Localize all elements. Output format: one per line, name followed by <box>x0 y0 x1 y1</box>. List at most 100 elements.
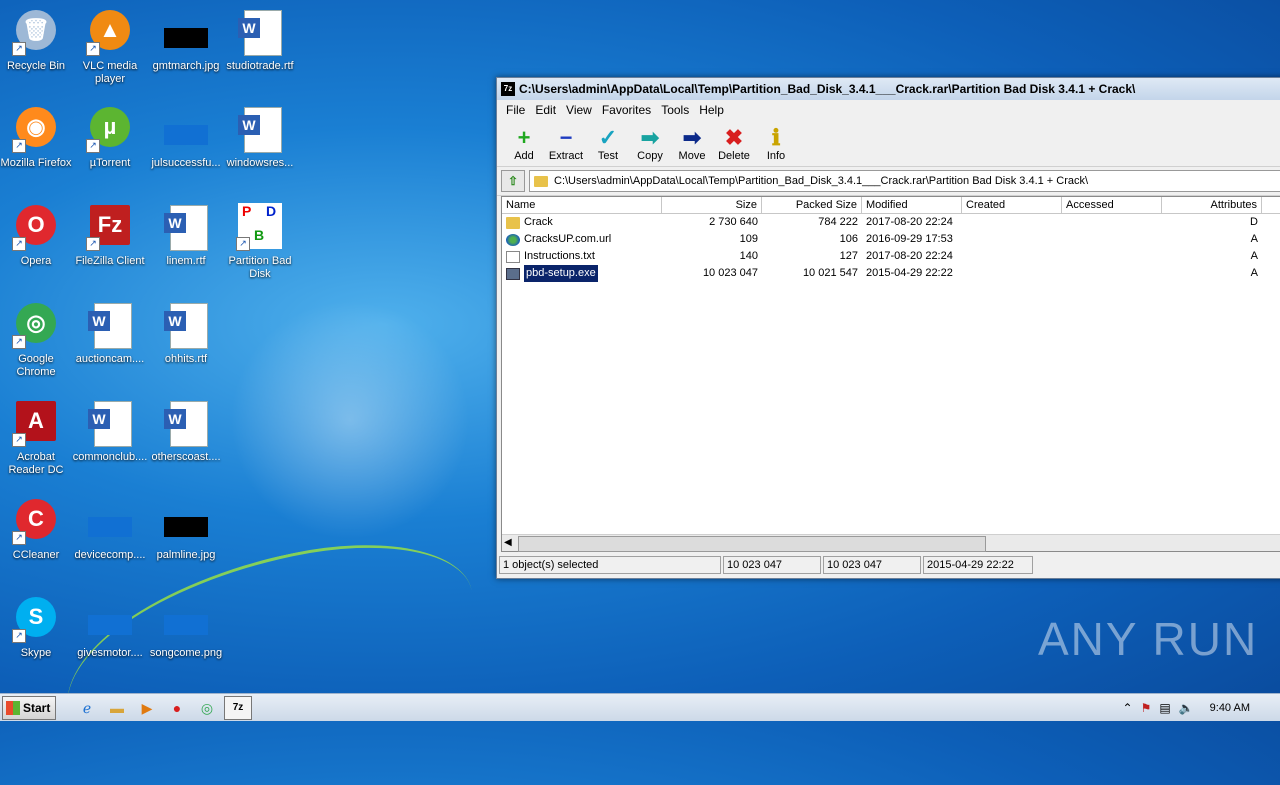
extract-icon: − <box>559 125 573 150</box>
desktop-icon[interactable]: ◎ ↗ Google Chrome <box>0 301 74 379</box>
path-text: C:\Users\admin\AppData\Local\Temp\Partit… <box>554 175 1089 187</box>
desktop-icon[interactable]: Fz ↗ FileZilla Client <box>72 203 148 268</box>
ie-icon[interactable]: ℯ <box>74 697 100 719</box>
menu-help[interactable]: Help <box>694 103 729 117</box>
file-size-cell: 2 730 640 <box>709 216 758 228</box>
desktop-icon[interactable]: S ↗ Skype <box>0 595 74 660</box>
shortcut-arrow-icon: ↗ <box>86 237 100 251</box>
horizontal-scrollbar[interactable]: ◀ <box>502 534 1280 552</box>
desktop-icon[interactable]: Wauctioncam.... <box>72 301 148 366</box>
opera-taskbar-icon[interactable]: ● <box>164 697 190 719</box>
desktop-icon[interactable]: Wstudiotrade.rtf <box>222 8 298 73</box>
desktop-icon[interactable]: Wcommonclub.... <box>72 399 148 464</box>
scroll-left-icon[interactable]: ◀ <box>504 535 512 551</box>
add-button[interactable]: + Add <box>503 120 545 166</box>
start-button[interactable]: Start <box>2 695 56 720</box>
file-accessed-cell <box>1062 248 1162 265</box>
file-list[interactable]: Name Size Packed Size Modified Created Access… <box>501 196 1280 552</box>
desktop-icon[interactable]: Wlinem.rtf <box>148 203 224 268</box>
folder-icon <box>534 175 548 187</box>
up-folder-button[interactable]: ⇧ <box>501 170 525 192</box>
column-header-accessed[interactable]: Accessed <box>1062 197 1162 213</box>
desktop-icon[interactable]: A ↗ Acrobat Reader DC <box>0 399 74 477</box>
desktop-icon-label: windowsres... <box>226 157 294 169</box>
desktop-icon-image: 🗑 ↗ <box>12 8 60 56</box>
file-attr-cell: D <box>1250 216 1258 228</box>
desktop-icon-image: Fz ↗ <box>86 203 134 251</box>
desktop-icon[interactable]: Wwindowsres... <box>222 105 298 170</box>
explorer-icon[interactable]: ▬ <box>104 697 130 719</box>
table-row[interactable]: CracksUP.com.url 109 106 2016-09-29 17:53 A <box>502 231 1280 248</box>
file-name-cell: pbd-setup.exe <box>502 265 662 282</box>
desktop-icon-label: commonclub.... <box>72 451 148 463</box>
column-header-created[interactable]: Created <box>962 197 1062 213</box>
extract-button[interactable]: − Extract <box>545 120 587 166</box>
desktop-icon[interactable]: 🗑 ↗ Recycle Bin <box>0 8 74 73</box>
desktop-icon[interactable]: O ↗ Opera <box>0 203 74 268</box>
desktop-icon[interactable]: ▲ ↗ VLC media player <box>72 8 148 86</box>
file-created-cell <box>962 265 1062 282</box>
desktop-icon-image: W <box>236 105 284 153</box>
delete-button[interactable]: ✖ Delete <box>713 120 755 166</box>
desktop-icon[interactable]: Wotherscoast.... <box>148 399 224 464</box>
desktop-icon[interactable]: devicecomp.... <box>72 497 148 562</box>
chrome-taskbar-icon[interactable]: ◎ <box>194 697 220 719</box>
desktop-icon[interactable]: givesmotor.... <box>72 595 148 660</box>
desktop-icon-label: VLC media player <box>82 60 138 85</box>
table-row[interactable]: pbd-setup.exe 10 023 047 10 021 547 2015-04… <box>502 265 1280 282</box>
copy-button[interactable]: ➡ Copy <box>629 120 671 166</box>
file-size-cell: 140 <box>739 250 758 262</box>
test-button[interactable]: ✓ Test <box>587 120 629 166</box>
menu-favorites[interactable]: Favorites <box>597 103 656 117</box>
column-header-attributes[interactable]: Attributes <box>1162 197 1262 213</box>
desktop-icon[interactable]: julsuccessfu... <box>148 105 224 170</box>
table-row[interactable]: Crack 2 730 640 784 222 2017-08-20 22:24 D <box>502 214 1280 231</box>
file-name-cell: Crack <box>502 214 662 231</box>
desktop-icon[interactable]: Wohhits.rtf <box>148 301 224 366</box>
menu-file[interactable]: File <box>501 103 530 117</box>
menu-view[interactable]: View <box>561 103 597 117</box>
clock[interactable]: 9:40 AM <box>1210 702 1250 714</box>
info-button[interactable]: ℹ Info <box>755 120 797 166</box>
menu-edit[interactable]: Edit <box>530 103 561 117</box>
7zip-taskbar-icon[interactable]: 7z <box>224 695 252 720</box>
tray-expand-icon[interactable]: ⌃ <box>1123 701 1133 715</box>
desktop-icon[interactable]: songcome.png <box>148 595 224 660</box>
status-selected: 1 object(s) selected <box>499 556 721 574</box>
7zip-window[interactable]: 7z C:\Users\admin\AppData\Local\Temp\Par… <box>496 77 1280 579</box>
file-modified-cell: 2017-08-20 22:24 <box>866 216 953 228</box>
action-center-icon[interactable]: ⚑ <box>1141 701 1152 715</box>
file-rows: Crack 2 730 640 784 222 2017-08-20 22:24 D Cr… <box>502 214 1280 282</box>
media-player-icon[interactable]: ▶ <box>134 697 160 719</box>
path-field[interactable]: C:\Users\admin\AppData\Local\Temp\Partit… <box>529 170 1280 192</box>
shortcut-arrow-icon: ↗ <box>86 42 100 56</box>
desktop-icon[interactable]: palmline.jpg <box>148 497 224 562</box>
toolbar-label: Add <box>514 150 534 162</box>
scrollbar-thumb[interactable] <box>518 536 986 552</box>
file-modified-cell: 2015-04-29 22:22 <box>866 267 953 279</box>
desktop-icon[interactable]: P D B ↗ Partition Bad Disk <box>222 203 298 281</box>
desktop-icon[interactable]: gmtmarch.jpg <box>148 8 224 73</box>
wallpaper-glow <box>230 300 470 540</box>
table-row[interactable]: Instructions.txt 140 127 2017-08-20 22:24 A <box>502 248 1280 265</box>
volume-icon[interactable]: 🔈 <box>1179 701 1194 715</box>
move-button[interactable]: ➡ Move <box>671 120 713 166</box>
column-header-size[interactable]: Size <box>662 197 762 213</box>
network-icon[interactable]: ▤ <box>1159 701 1170 715</box>
file-name: pbd-setup.exe <box>523 265 599 282</box>
column-header-name[interactable]: Name <box>502 197 662 213</box>
column-header-packed-size[interactable]: Packed Size <box>762 197 862 213</box>
desktop-icon[interactable]: C ↗ CCleaner <box>0 497 74 562</box>
desktop-icon-image: W <box>86 399 134 447</box>
desktop-icon[interactable]: ◉ ↗ Mozilla Firefox <box>0 105 74 170</box>
desktop-icon-image: ▲ ↗ <box>86 8 134 56</box>
window-titlebar[interactable]: 7z C:\Users\admin\AppData\Local\Temp\Par… <box>497 78 1280 100</box>
7zip-app-icon: 7z <box>501 82 515 96</box>
file-attr-cell: A <box>1250 267 1258 279</box>
test-icon: ✓ <box>598 125 618 150</box>
desktop-icon[interactable]: µ ↗ µTorrent <box>72 105 148 170</box>
menu-tools[interactable]: Tools <box>656 103 694 117</box>
file-attr-cell: A <box>1250 233 1258 245</box>
file-created-cell <box>962 248 1062 265</box>
column-header-modified[interactable]: Modified <box>862 197 962 213</box>
